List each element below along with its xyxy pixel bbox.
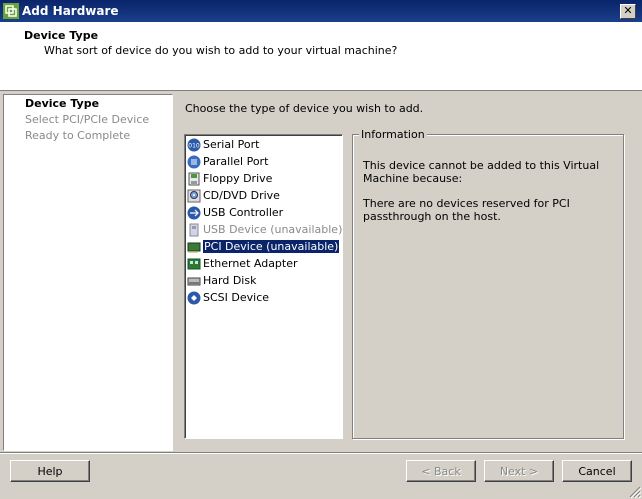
resize-grip-icon[interactable]: [629, 486, 641, 498]
device-label: Floppy Drive: [203, 172, 273, 185]
parallel-port-icon: [187, 155, 201, 169]
device-label: USB Device (unavailable): [203, 223, 343, 236]
close-icon: ✕: [623, 4, 633, 17]
device-floppy-drive[interactable]: Floppy Drive: [187, 171, 274, 187]
floppy-drive-icon: [188, 172, 200, 186]
info-message-line2: There are no devices reserved for PCI pa…: [363, 197, 570, 223]
page-subtitle: What sort of device do you wish to add t…: [44, 44, 398, 57]
scsi-device-icon: [187, 291, 201, 305]
device-label: Hard Disk: [203, 274, 257, 287]
main-content: Choose the type of device you wish to ad…: [174, 94, 642, 449]
serial-port-icon: 010: [187, 138, 201, 152]
information-group: Information This device cannot be added …: [352, 128, 624, 439]
usb-controller-icon: [187, 206, 201, 220]
hard-disk-icon: [187, 277, 201, 286]
cancel-button[interactable]: Cancel: [562, 460, 632, 482]
help-button[interactable]: Help: [10, 460, 90, 482]
device-label: Serial Port: [203, 138, 260, 151]
title-bar[interactable]: Add Hardware ✕: [0, 0, 642, 22]
device-label: SCSI Device: [203, 291, 270, 304]
device-label: PCI Device (unavailable): [203, 240, 340, 253]
device-parallel-port[interactable]: Parallel Port: [187, 154, 270, 170]
device-scsi-device[interactable]: SCSI Device: [187, 290, 271, 306]
vmware-app-icon: [3, 3, 19, 19]
page-title: Device Type: [24, 29, 99, 42]
device-label: Parallel Port: [203, 155, 269, 168]
device-hard-disk[interactable]: Hard Disk: [187, 273, 258, 289]
usb-device-icon: [189, 223, 199, 237]
device-usb-device[interactable]: USB Device (unavailable): [187, 222, 344, 238]
information-legend: Information: [359, 128, 427, 141]
device-cd-dvd-drive[interactable]: CD/DVD Drive: [187, 188, 282, 204]
step-select-pci-device[interactable]: Select PCI/PCIe Device: [25, 113, 149, 126]
device-type-list[interactable]: 010 Serial Port Parallel Port Floppy Dri…: [184, 134, 343, 439]
wizard-header: Device Type What sort of device do you w…: [0, 22, 642, 91]
step-device-type[interactable]: Device Type: [25, 97, 99, 110]
device-label: CD/DVD Drive: [203, 189, 280, 202]
wizard-steps-panel: Device Type Select PCI/PCIe Device Ready…: [3, 94, 173, 451]
info-message-line1: This device cannot be added to this Virt…: [363, 159, 600, 185]
footer-separator: [0, 452, 642, 454]
device-label: Ethernet Adapter: [203, 257, 298, 270]
device-label: USB Controller: [203, 206, 284, 219]
instructions-text: Choose the type of device you wish to ad…: [185, 102, 424, 115]
ethernet-adapter-icon: [187, 258, 201, 270]
next-button[interactable]: Next >: [484, 460, 554, 482]
back-button[interactable]: < Back: [406, 460, 476, 482]
svg-text:010: 010: [188, 143, 200, 150]
device-ethernet-adapter[interactable]: Ethernet Adapter: [187, 256, 300, 272]
pci-device-icon: [187, 242, 201, 253]
device-usb-controller[interactable]: USB Controller: [187, 205, 285, 221]
cd-dvd-drive-icon: [187, 189, 201, 203]
close-button[interactable]: ✕: [620, 4, 636, 19]
device-serial-port[interactable]: 010 Serial Port: [187, 137, 261, 153]
device-pci-device[interactable]: PCI Device (unavailable): [187, 239, 341, 255]
window-title: Add Hardware: [22, 4, 119, 18]
step-ready-to-complete[interactable]: Ready to Complete: [25, 129, 130, 142]
